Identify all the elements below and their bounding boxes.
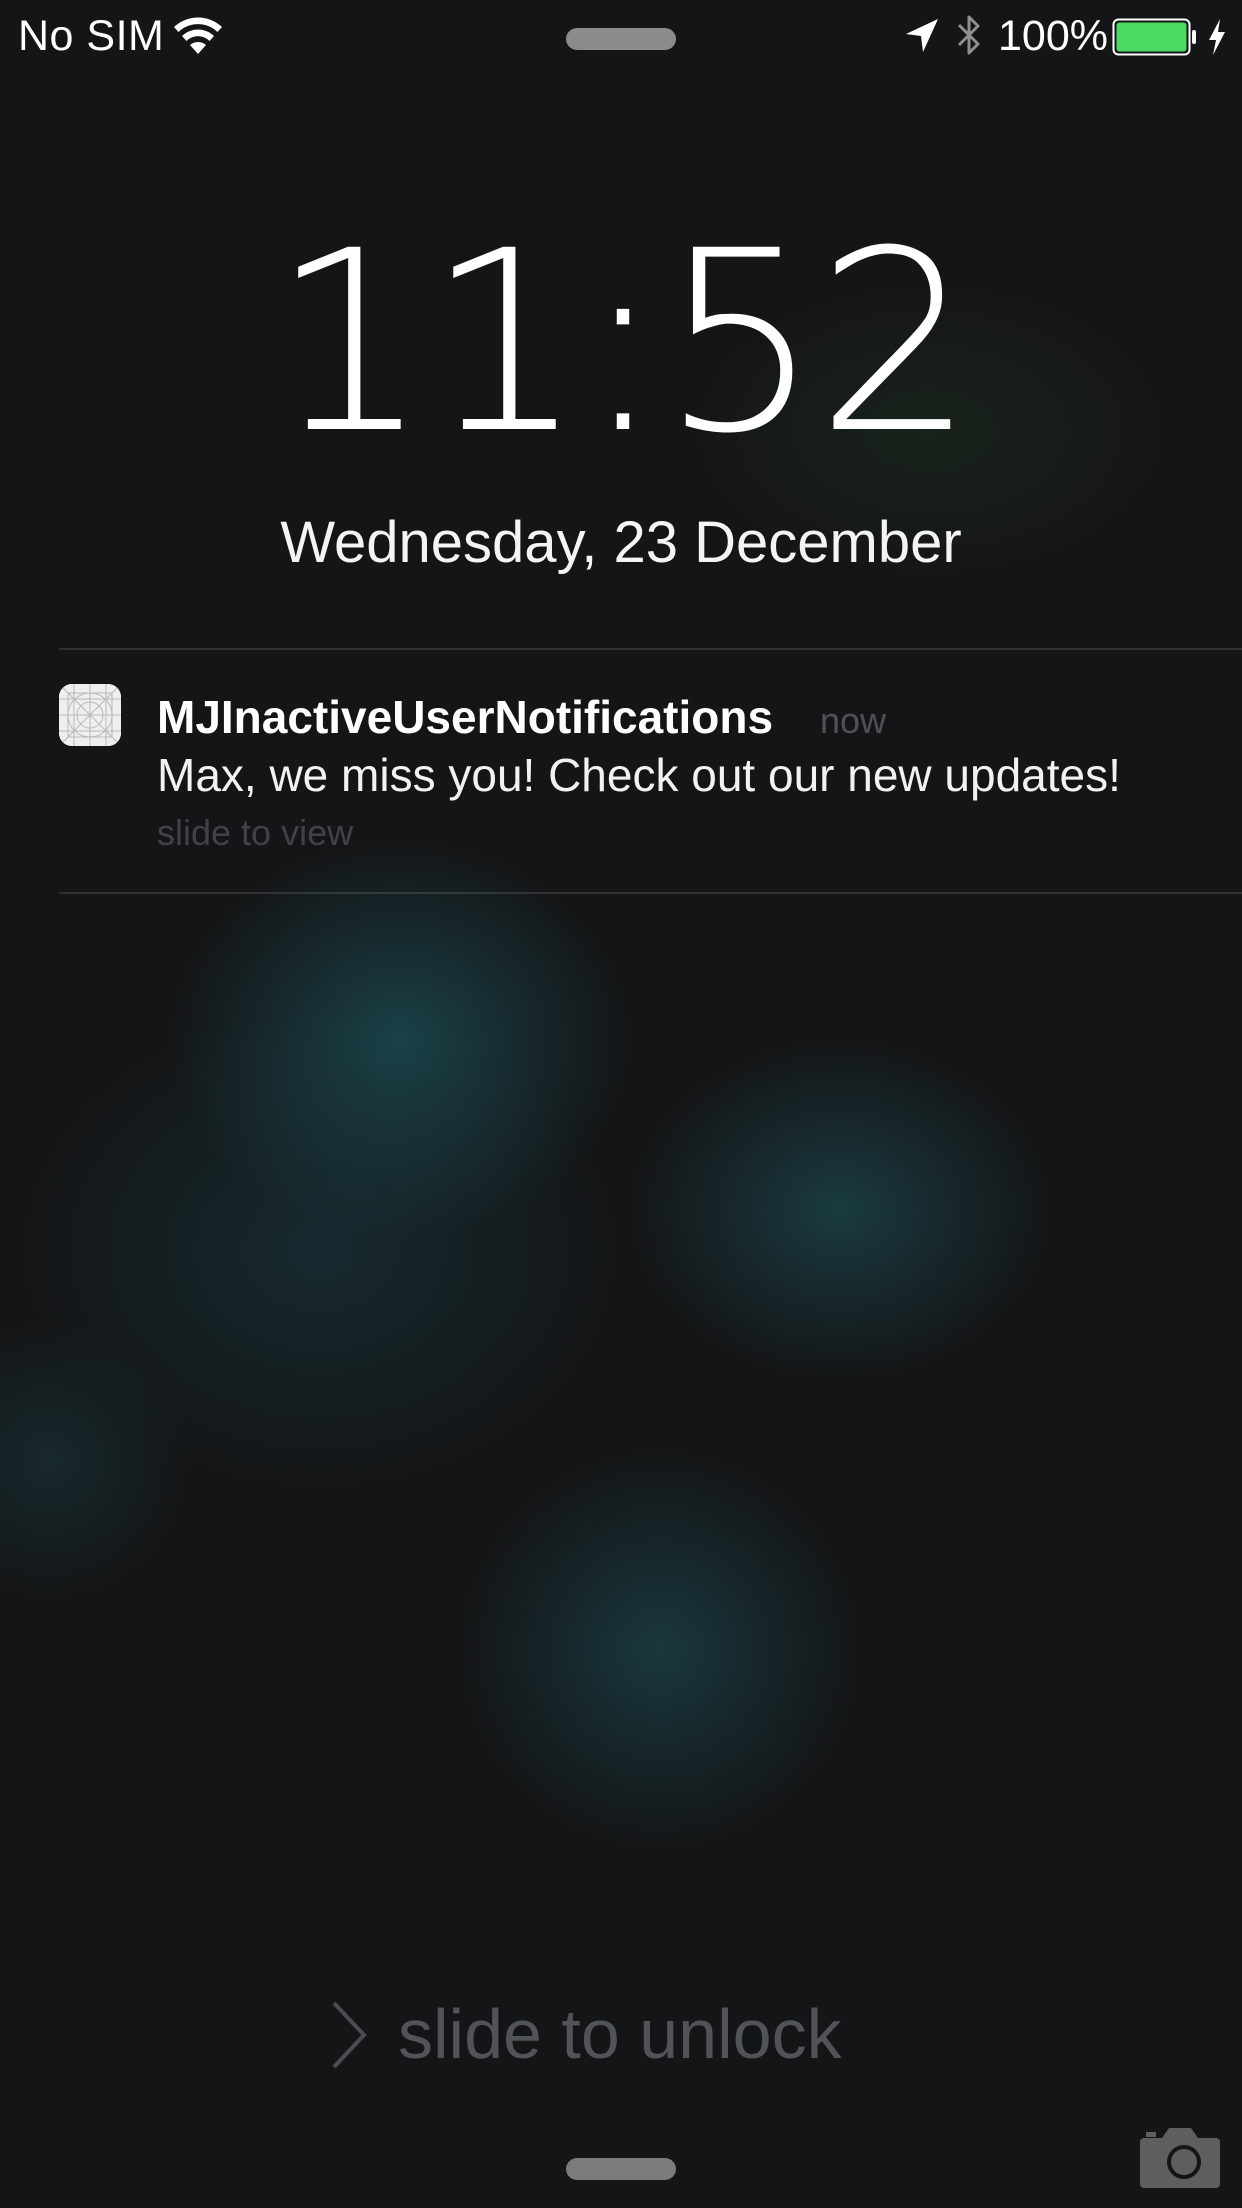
chevron-right-icon: [332, 2001, 367, 2069]
lock-date: Wednesday, 23 December: [280, 510, 962, 575]
notification-time: now: [820, 700, 887, 741]
app-placeholder-icon: [59, 684, 121, 746]
status-bar: No SIM 100%: [0, 0, 1242, 72]
lock-clock: 11:52: [270, 197, 975, 488]
battery-percent: 100%: [998, 12, 1108, 60]
control-center-grabber[interactable]: [566, 2158, 676, 2180]
notification-app-name: MJInactiveUserNotifications: [157, 691, 774, 743]
charging-icon: [1209, 19, 1225, 55]
lock-screen: No SIM 100% 11:52 Wednesday, 23 December: [0, 0, 1242, 2208]
bluetooth-icon: [957, 15, 980, 55]
notification-item[interactable]: MJInactiveUserNotifications now Max, we …: [0, 650, 1242, 892]
notification-slide-to-view: slide to view: [157, 812, 354, 853]
battery-icon: [1112, 18, 1196, 56]
wifi-icon: [174, 17, 222, 54]
slide-to-unlock-label: slide to unlock: [398, 1995, 842, 2073]
location-icon: [906, 19, 938, 52]
camera-icon[interactable]: [1138, 2120, 1222, 2190]
notification-message: Max, we miss you! Check out our new upda…: [157, 749, 1121, 801]
notification-center-grabber[interactable]: [566, 28, 676, 50]
notification-divider-bottom: [59, 892, 1242, 894]
carrier-label: No SIM: [18, 12, 165, 60]
